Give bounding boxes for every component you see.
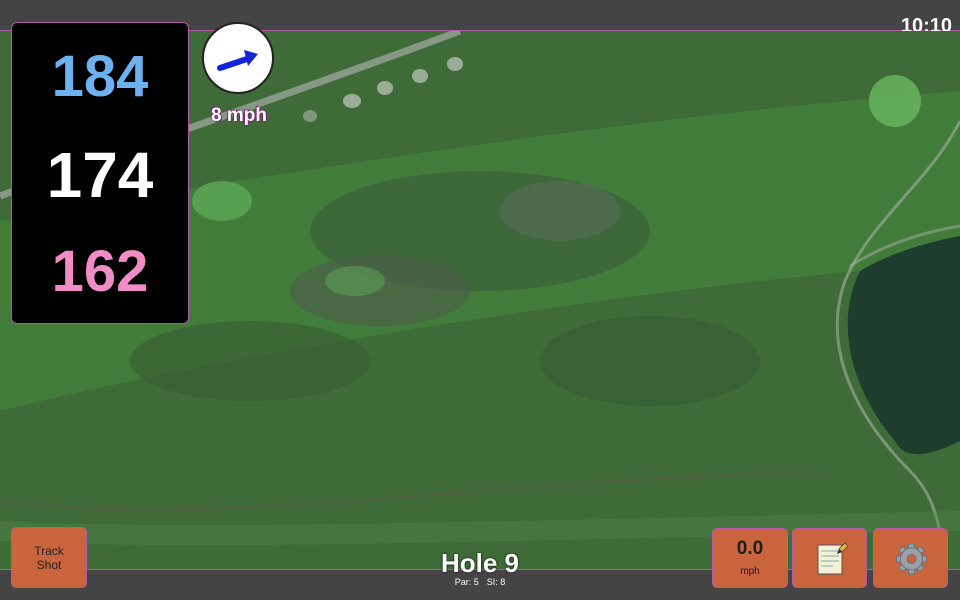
speed-unit: mph [740, 566, 760, 577]
hole-title: Hole 9 [440, 548, 520, 578]
notepad-icon [817, 542, 849, 575]
track-shot-button[interactable]: Track Shot [11, 527, 87, 588]
settings-button[interactable] [873, 528, 948, 588]
yardage-panel: 184 174 162 [11, 22, 189, 324]
track-shot-label-line2: Shot [36, 558, 62, 572]
gear-icon [896, 543, 927, 575]
yardage-middle: 174 [46, 139, 154, 211]
notes-button[interactable] [792, 528, 867, 588]
hole-stroke-index: SI: 8 [486, 577, 506, 587]
yardage-back: 184 [51, 44, 149, 109]
speed-value: 0.0 [736, 538, 764, 559]
wind-indicator [202, 22, 274, 94]
arrow-right-up-icon [217, 50, 258, 71]
track-shot-label-line1: Track [34, 544, 64, 558]
speed-button[interactable]: 0.0 mph [712, 528, 788, 588]
wind-speed: 8 mph [211, 105, 267, 126]
hole-info: Par: 5 SI: 8 [380, 577, 580, 587]
hole-par: Par: 5 [454, 577, 479, 587]
yardage-front: 162 [51, 239, 149, 304]
